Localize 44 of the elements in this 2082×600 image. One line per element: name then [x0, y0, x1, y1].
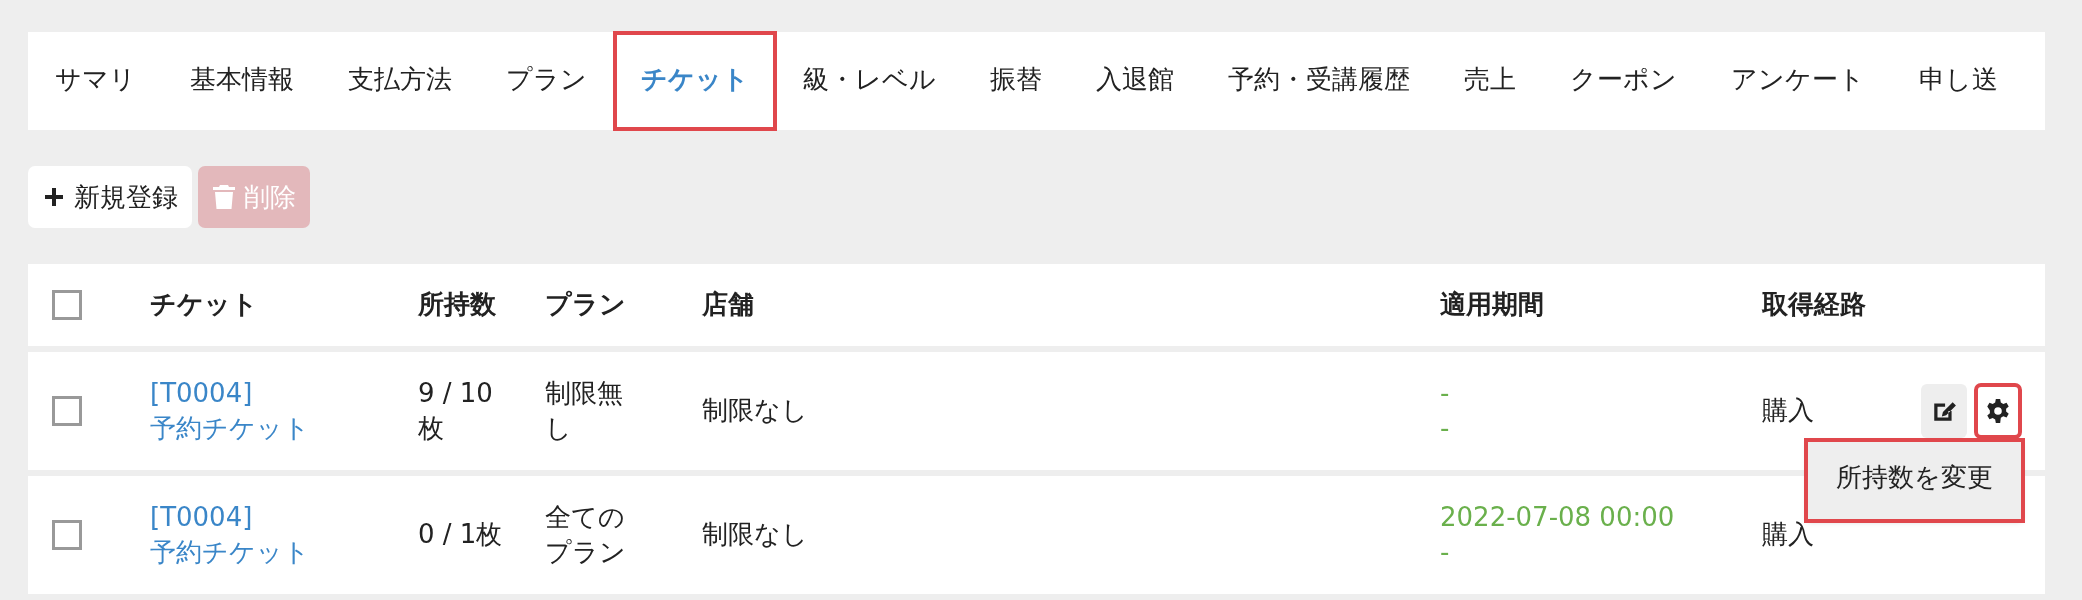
edit-button[interactable] — [1921, 384, 1967, 438]
column-header: プラン — [545, 289, 626, 320]
plan-text: 制限無し — [545, 377, 623, 443]
tab[interactable]: クーポン — [1543, 32, 1704, 130]
trash-icon — [212, 184, 236, 210]
settings-icon — [1985, 398, 2011, 424]
source-text: 購入 — [1762, 394, 1814, 428]
ticket-link[interactable]: 予約チケット — [150, 411, 394, 447]
select-all-checkbox[interactable] — [52, 290, 82, 320]
tab[interactable]: 申し送 — [1892, 32, 2025, 130]
tab[interactable]: 予約・受講履歴 — [1201, 32, 1437, 130]
tab[interactable]: 級・レベル — [776, 32, 963, 130]
row-checkbox[interactable] — [52, 396, 82, 426]
column-header: 取得経路 — [1762, 289, 1866, 320]
tab[interactable]: 売上 — [1437, 32, 1543, 130]
period-end: - — [1440, 412, 1451, 445]
column-header: チケット — [150, 289, 258, 320]
period-start: - — [1440, 376, 1451, 410]
tab[interactable]: アンケート — [1704, 32, 1892, 130]
tab[interactable]: 入退館 — [1069, 32, 1201, 130]
row-checkbox[interactable] — [52, 520, 82, 550]
tab[interactable]: チケット — [614, 32, 776, 130]
period-start: 2022-07-08 00:00 — [1440, 500, 1676, 534]
store-text: 制限なし — [702, 519, 808, 550]
tab[interactable]: プラン — [479, 32, 614, 130]
ticket-link[interactable]: [T0004] — [150, 499, 394, 535]
tab[interactable]: サマリ — [28, 32, 163, 130]
add-button[interactable]: 新規登録 — [28, 166, 192, 228]
plan-text: 全てのプラン — [545, 501, 626, 567]
settings-button[interactable] — [1975, 384, 2021, 438]
store-text: 制限なし — [702, 395, 808, 426]
count-text: 9 / 10 枚 — [418, 377, 493, 443]
tab[interactable]: 基本情報 — [163, 32, 321, 130]
period-end: - — [1440, 536, 1451, 569]
column-header: 所持数 — [418, 289, 496, 320]
tab[interactable]: 振替 — [963, 32, 1069, 130]
ticket-link[interactable]: 予約チケット — [150, 535, 394, 571]
column-header: 店舗 — [702, 289, 754, 320]
ticket-link[interactable]: [T0004] — [150, 375, 394, 411]
tab[interactable]: 支払方法 — [321, 32, 479, 130]
source-text: 購入 — [1762, 518, 1814, 552]
menu-item[interactable]: 所持数を変更 — [1808, 452, 2021, 510]
count-text: 0 / 1枚 — [418, 519, 503, 550]
column-header: 適用期間 — [1440, 289, 1544, 320]
